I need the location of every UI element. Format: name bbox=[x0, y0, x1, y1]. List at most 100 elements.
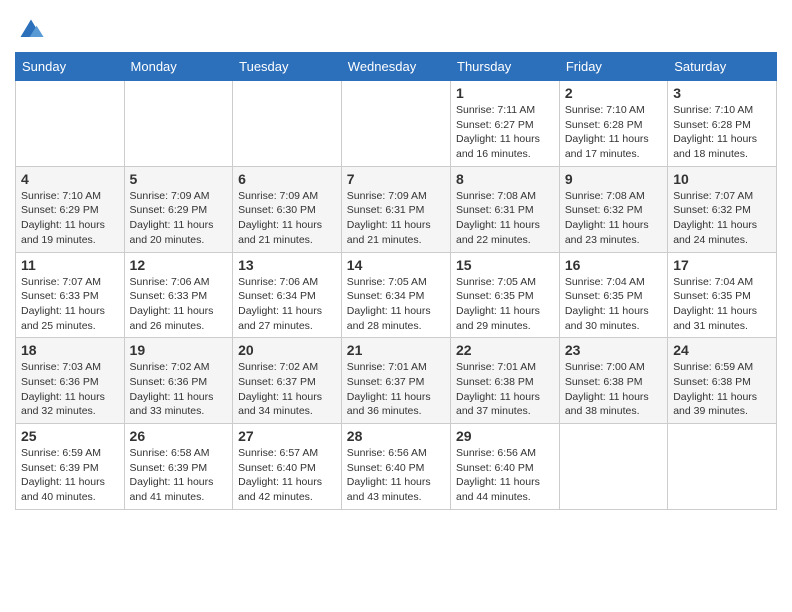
calendar-cell: 28 Sunrise: 6:56 AMSunset: 6:40 PMDayligh… bbox=[341, 424, 450, 510]
calendar-week-4: 18 Sunrise: 7:03 AMSunset: 6:36 PMDayligh… bbox=[16, 338, 777, 424]
day-number: 1 bbox=[456, 85, 554, 101]
calendar-cell: 10 Sunrise: 7:07 AMSunset: 6:32 PMDayligh… bbox=[668, 166, 777, 252]
calendar-cell: 3Sunrise: 7:10 AMSunset: 6:28 PMDaylight… bbox=[668, 81, 777, 167]
day-info: Sunrise: 7:06 AMSunset: 6:33 PMDaylight:… bbox=[130, 275, 228, 334]
day-number: 6 bbox=[238, 171, 336, 187]
day-number: 22 bbox=[456, 342, 554, 358]
day-info: Sunrise: 6:57 AMSunset: 6:40 PMDaylight:… bbox=[238, 446, 336, 505]
day-number: 13 bbox=[238, 257, 336, 273]
calendar-cell: 11 Sunrise: 7:07 AMSunset: 6:33 PMDayligh… bbox=[16, 252, 125, 338]
calendar-cell: 26 Sunrise: 6:58 AMSunset: 6:39 PMDayligh… bbox=[124, 424, 233, 510]
day-info: Sunrise: 7:09 AMSunset: 6:30 PMDaylight:… bbox=[238, 189, 336, 248]
calendar-cell: 23 Sunrise: 7:00 AMSunset: 6:38 PMDayligh… bbox=[559, 338, 667, 424]
calendar-cell: 7 Sunrise: 7:09 AMSunset: 6:31 PMDaylight… bbox=[341, 166, 450, 252]
calendar-cell bbox=[16, 81, 125, 167]
calendar-cell: 12 Sunrise: 7:06 AMSunset: 6:33 PMDayligh… bbox=[124, 252, 233, 338]
calendar-week-3: 11 Sunrise: 7:07 AMSunset: 6:33 PMDayligh… bbox=[16, 252, 777, 338]
day-number: 10 bbox=[673, 171, 771, 187]
day-info: Sunrise: 7:03 AMSunset: 6:36 PMDaylight:… bbox=[21, 360, 119, 419]
calendar-cell: 18 Sunrise: 7:03 AMSunset: 6:36 PMDayligh… bbox=[16, 338, 125, 424]
calendar-cell: 4 Sunrise: 7:10 AMSunset: 6:29 PMDaylight… bbox=[16, 166, 125, 252]
day-info: Sunrise: 7:07 AMSunset: 6:32 PMDaylight:… bbox=[673, 189, 771, 248]
calendar-cell: 2 Sunrise: 7:10 AMSunset: 6:28 PMDaylight… bbox=[559, 81, 667, 167]
day-info: Sunrise: 6:56 AMSunset: 6:40 PMDaylight:… bbox=[347, 446, 445, 505]
calendar-cell: 21 Sunrise: 7:01 AMSunset: 6:37 PMDayligh… bbox=[341, 338, 450, 424]
weekday-header-saturday: Saturday bbox=[668, 53, 777, 81]
calendar-cell: 16 Sunrise: 7:04 AMSunset: 6:35 PMDayligh… bbox=[559, 252, 667, 338]
day-number: 20 bbox=[238, 342, 336, 358]
calendar-cell: 6 Sunrise: 7:09 AMSunset: 6:30 PMDaylight… bbox=[233, 166, 342, 252]
calendar-cell: 29 Sunrise: 6:56 AMSunset: 6:40 PMDayligh… bbox=[451, 424, 560, 510]
day-number: 27 bbox=[238, 428, 336, 444]
day-info: Sunrise: 6:56 AMSunset: 6:40 PMDaylight:… bbox=[456, 446, 554, 505]
calendar-week-1: 1 Sunrise: 7:11 AMSunset: 6:27 PMDaylight… bbox=[16, 81, 777, 167]
calendar-cell: 5Sunrise: 7:09 AMSunset: 6:29 PMDaylight… bbox=[124, 166, 233, 252]
day-number: 11 bbox=[21, 257, 119, 273]
day-number: 4 bbox=[21, 171, 119, 187]
calendar-cell bbox=[341, 81, 450, 167]
day-number: 8 bbox=[456, 171, 554, 187]
day-info: Sunrise: 6:58 AMSunset: 6:39 PMDaylight:… bbox=[130, 446, 228, 505]
day-number: 21 bbox=[347, 342, 445, 358]
calendar-cell: 9 Sunrise: 7:08 AMSunset: 6:32 PMDaylight… bbox=[559, 166, 667, 252]
day-info: Sunrise: 7:02 AMSunset: 6:36 PMDaylight:… bbox=[130, 360, 228, 419]
calendar-cell bbox=[668, 424, 777, 510]
day-number: 25 bbox=[21, 428, 119, 444]
weekday-header-monday: Monday bbox=[124, 53, 233, 81]
calendar-cell: 17 Sunrise: 7:04 AMSunset: 6:35 PMDayligh… bbox=[668, 252, 777, 338]
day-info: Sunrise: 7:05 AMSunset: 6:35 PMDaylight:… bbox=[456, 275, 554, 334]
day-info: Sunrise: 7:09 AMSunset: 6:31 PMDaylight:… bbox=[347, 189, 445, 248]
day-info: Sunrise: 7:04 AMSunset: 6:35 PMDaylight:… bbox=[565, 275, 662, 334]
calendar-cell: 25 Sunrise: 6:59 AMSunset: 6:39 PMDayligh… bbox=[16, 424, 125, 510]
day-number: 7 bbox=[347, 171, 445, 187]
calendar-cell: 27 Sunrise: 6:57 AMSunset: 6:40 PMDayligh… bbox=[233, 424, 342, 510]
calendar-cell: 19 Sunrise: 7:02 AMSunset: 6:36 PMDayligh… bbox=[124, 338, 233, 424]
calendar-cell: 15 Sunrise: 7:05 AMSunset: 6:35 PMDayligh… bbox=[451, 252, 560, 338]
calendar-cell bbox=[559, 424, 667, 510]
day-number: 2 bbox=[565, 85, 662, 101]
day-info: Sunrise: 7:09 AMSunset: 6:29 PMDaylight:… bbox=[130, 189, 228, 248]
day-number: 3 bbox=[673, 85, 771, 101]
day-info: Sunrise: 7:08 AMSunset: 6:32 PMDaylight:… bbox=[565, 189, 662, 248]
day-info: Sunrise: 7:06 AMSunset: 6:34 PMDaylight:… bbox=[238, 275, 336, 334]
calendar-week-5: 25 Sunrise: 6:59 AMSunset: 6:39 PMDayligh… bbox=[16, 424, 777, 510]
calendar-cell: 14Sunrise: 7:05 AMSunset: 6:34 PMDayligh… bbox=[341, 252, 450, 338]
day-number: 29 bbox=[456, 428, 554, 444]
day-info: Sunrise: 7:04 AMSunset: 6:35 PMDaylight:… bbox=[673, 275, 771, 334]
calendar-week-2: 4 Sunrise: 7:10 AMSunset: 6:29 PMDaylight… bbox=[16, 166, 777, 252]
day-info: Sunrise: 7:10 AMSunset: 6:29 PMDaylight:… bbox=[21, 189, 119, 248]
day-info: Sunrise: 7:01 AMSunset: 6:38 PMDaylight:… bbox=[456, 360, 554, 419]
calendar-cell: 22 Sunrise: 7:01 AMSunset: 6:38 PMDayligh… bbox=[451, 338, 560, 424]
weekday-header-wednesday: Wednesday bbox=[341, 53, 450, 81]
day-info: Sunrise: 7:07 AMSunset: 6:33 PMDaylight:… bbox=[21, 275, 119, 334]
day-info: Sunrise: 7:08 AMSunset: 6:31 PMDaylight:… bbox=[456, 189, 554, 248]
day-number: 19 bbox=[130, 342, 228, 358]
day-number: 28 bbox=[347, 428, 445, 444]
calendar-cell: 13 Sunrise: 7:06 AMSunset: 6:34 PMDayligh… bbox=[233, 252, 342, 338]
calendar-cell bbox=[233, 81, 342, 167]
day-number: 9 bbox=[565, 171, 662, 187]
day-number: 26 bbox=[130, 428, 228, 444]
day-number: 16 bbox=[565, 257, 662, 273]
weekday-header-sunday: Sunday bbox=[16, 53, 125, 81]
calendar-cell bbox=[124, 81, 233, 167]
day-number: 17 bbox=[673, 257, 771, 273]
weekday-header-friday: Friday bbox=[559, 53, 667, 81]
day-info: Sunrise: 7:00 AMSunset: 6:38 PMDaylight:… bbox=[565, 360, 662, 419]
calendar-table: SundayMondayTuesdayWednesdayThursdayFrid… bbox=[15, 52, 777, 510]
day-info: Sunrise: 6:59 AMSunset: 6:38 PMDaylight:… bbox=[673, 360, 771, 419]
day-info: Sunrise: 7:10 AMSunset: 6:28 PMDaylight:… bbox=[565, 103, 662, 162]
day-number: 15 bbox=[456, 257, 554, 273]
day-info: Sunrise: 7:11 AMSunset: 6:27 PMDaylight:… bbox=[456, 103, 554, 162]
calendar-cell: 1 Sunrise: 7:11 AMSunset: 6:27 PMDaylight… bbox=[451, 81, 560, 167]
weekday-header-thursday: Thursday bbox=[451, 53, 560, 81]
calendar-cell: 24Sunrise: 6:59 AMSunset: 6:38 PMDayligh… bbox=[668, 338, 777, 424]
calendar-cell: 8 Sunrise: 7:08 AMSunset: 6:31 PMDaylight… bbox=[451, 166, 560, 252]
day-number: 12 bbox=[130, 257, 228, 273]
logo-icon bbox=[17, 16, 45, 44]
weekday-header-row: SundayMondayTuesdayWednesdayThursdayFrid… bbox=[16, 53, 777, 81]
day-number: 23 bbox=[565, 342, 662, 358]
day-info: Sunrise: 6:59 AMSunset: 6:39 PMDaylight:… bbox=[21, 446, 119, 505]
day-number: 18 bbox=[21, 342, 119, 358]
day-info: Sunrise: 7:01 AMSunset: 6:37 PMDaylight:… bbox=[347, 360, 445, 419]
